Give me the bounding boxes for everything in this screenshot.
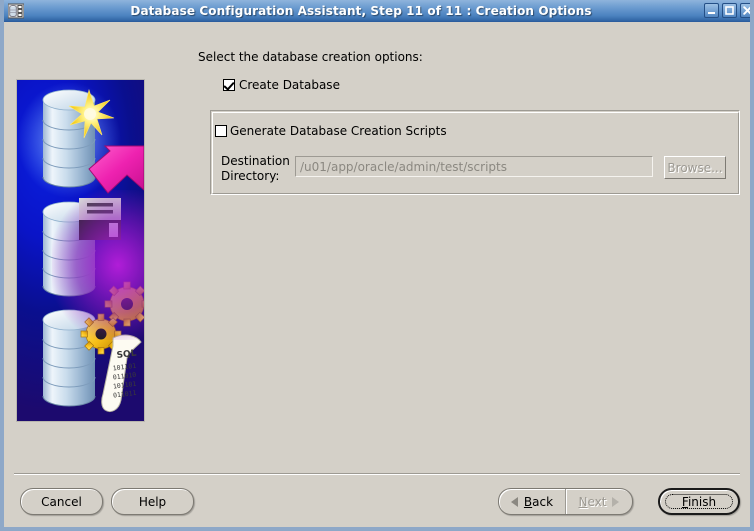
maximize-button[interactable] — [722, 3, 737, 18]
wizard-side-graphic: SQL 101101 011010 101101 011011 — [16, 79, 145, 422]
minimize-button[interactable] — [704, 3, 719, 18]
destination-directory-label-line1: Destination — [221, 154, 290, 168]
back-button[interactable]: Back — [499, 489, 565, 514]
page-instruction: Select the database creation options: — [198, 50, 423, 64]
back-button-label-rest: ack — [532, 494, 554, 509]
help-button[interactable]: Help — [111, 488, 194, 515]
destination-directory-input[interactable]: /u01/app/oracle/admin/test/scripts — [295, 156, 653, 177]
create-database-label: Create Database — [239, 78, 340, 92]
next-button-mnemonic: N — [578, 494, 588, 509]
destination-directory-label-line2: Directory: — [221, 169, 280, 183]
chevron-right-icon — [612, 496, 620, 507]
browse-button[interactable]: Browse... — [664, 156, 726, 179]
cancel-button[interactable]: Cancel — [20, 488, 103, 515]
window-controls — [704, 3, 750, 18]
application-window: Database Configuration Assistant, Step 1… — [0, 0, 754, 531]
window-title: Database Configuration Assistant, Step 1… — [130, 3, 592, 18]
database-app-icon — [7, 3, 25, 19]
generate-scripts-label: Generate Database Creation Scripts — [230, 124, 447, 138]
finish-button-label-rest: inish — [687, 494, 717, 509]
svg-text:SQL: SQL — [116, 349, 137, 361]
title-bar[interactable]: Database Configuration Assistant, Step 1… — [4, 0, 750, 22]
next-button: Next — [566, 489, 632, 514]
generate-scripts-checkbox-row[interactable]: Generate Database Creation Scripts — [213, 123, 450, 139]
close-button[interactable] — [740, 3, 750, 18]
finish-button[interactable]: Finish — [658, 488, 740, 515]
svg-text:011011: 011011 — [113, 389, 137, 400]
footer-separator — [14, 473, 740, 475]
destination-directory-label: Destination Directory: — [221, 154, 290, 184]
back-button-mnemonic: B — [523, 494, 533, 509]
create-database-checkbox-row[interactable]: Create Database — [223, 78, 340, 92]
chevron-left-icon — [510, 496, 518, 507]
create-database-checkbox[interactable] — [223, 79, 235, 91]
next-button-label-rest: ext — [587, 494, 607, 509]
navigation-button-group: Back Next — [498, 488, 633, 515]
content-area: SQL 101101 011010 101101 011011 Select t… — [4, 22, 750, 527]
generate-scripts-checkbox[interactable] — [215, 125, 227, 137]
